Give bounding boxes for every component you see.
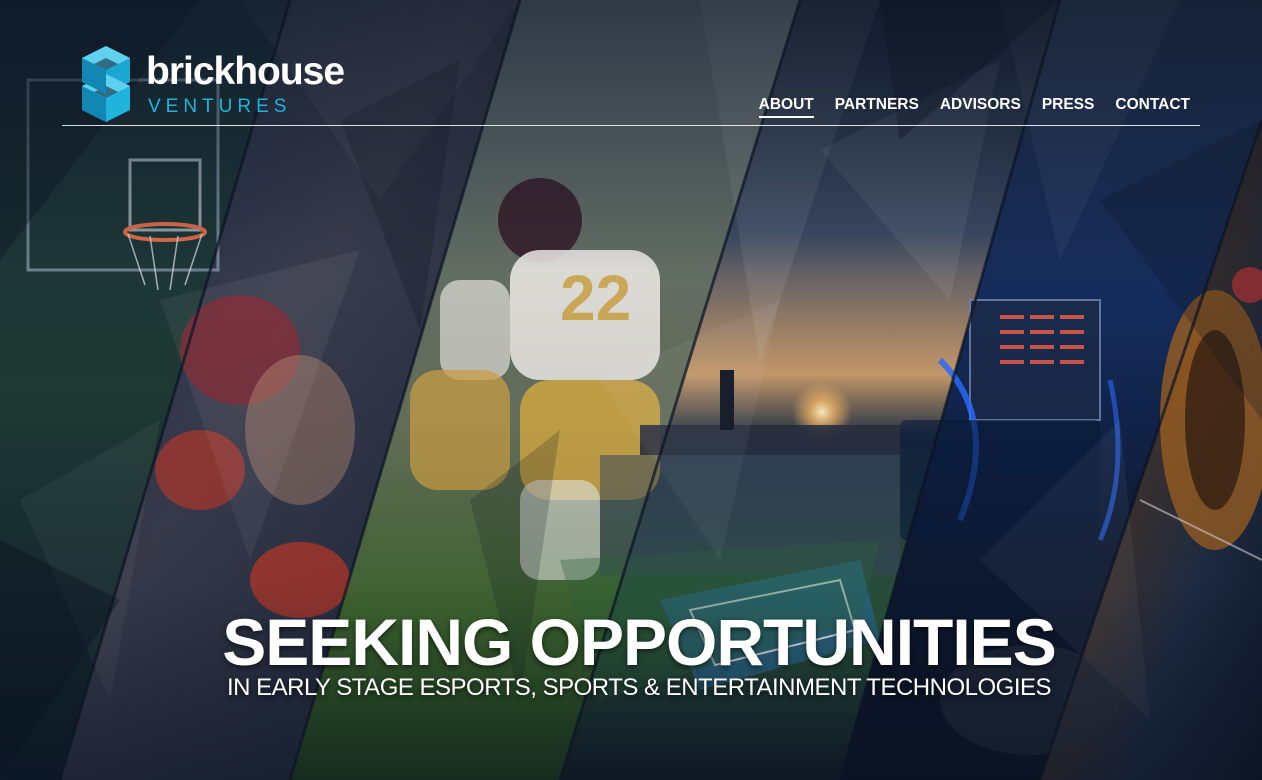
- header-divider: [62, 125, 1200, 126]
- main-nav: ABOUT PARTNERS ADVISORS PRESS CONTACT: [758, 96, 1190, 118]
- brand-tagline: VENTURES: [148, 96, 292, 117]
- nav-item-about[interactable]: ABOUT: [758, 96, 814, 118]
- nav-item-press[interactable]: PRESS: [1042, 96, 1095, 118]
- hero-headline: SEEKING OPPORTUNITIES: [222, 605, 1056, 679]
- site-header: brickhouse VENTURES ABOUT PARTNERS ADVIS…: [0, 0, 1262, 130]
- brand-name: brickhouse: [146, 50, 345, 93]
- hero-section: 22: [0, 0, 1262, 780]
- hero-headline-block: SEEKING OPPORTUNITIES IN EARLY STAGE ESP…: [0, 606, 1262, 702]
- hero-subheadline: IN EARLY STAGE ESPORTS, SPORTS & ENTERTA…: [226, 674, 1052, 701]
- nav-item-advisors[interactable]: ADVISORS: [940, 96, 1021, 118]
- nav-item-contact[interactable]: CONTACT: [1115, 96, 1190, 118]
- brand-logo-link[interactable]: brickhouse VENTURES: [80, 46, 350, 122]
- nav-item-partners[interactable]: PARTNERS: [835, 96, 919, 118]
- hexagon-b-logo-icon: [82, 46, 130, 122]
